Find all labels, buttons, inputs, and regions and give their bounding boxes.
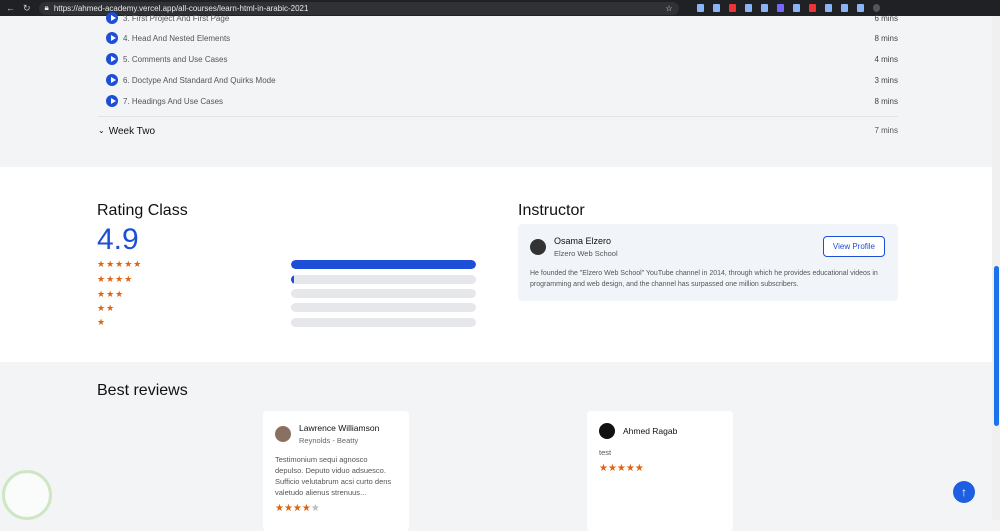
watermark-logo <box>2 470 52 520</box>
play-icon <box>106 74 118 86</box>
instructor-bio: He founded the "Elzero Web School" YouTu… <box>530 270 878 288</box>
lesson-item[interactable]: 7. Headings And Use Cases 8 mins <box>106 95 898 107</box>
rating-bar-fill <box>291 275 294 284</box>
lesson-item[interactable]: 3. First Project And First Page 6 mins <box>106 12 898 24</box>
rating-bar-fill <box>291 260 476 269</box>
scrollbar[interactable] <box>992 16 1000 520</box>
star-row-1: ★ <box>97 317 107 327</box>
lesson-item[interactable]: 6. Doctype And Standard And Quirks Mode 3… <box>106 74 898 86</box>
lesson-item[interactable]: 5. Comments and Use Cases 4 mins <box>106 53 898 65</box>
lesson-title: 4. Head And Nested Elements <box>123 33 231 43</box>
lesson-title: 7. Headings And Use Cases <box>123 96 224 106</box>
scroll-to-top-button[interactable]: ↑ <box>953 481 975 503</box>
instructor-org: Elzero Web School <box>554 249 618 258</box>
rating-bar-1 <box>291 318 476 327</box>
reviewer-avatar <box>275 426 291 442</box>
rating-bar-2 <box>291 303 476 312</box>
week-label: Week Two <box>108 126 156 137</box>
review-text: test <box>599 448 612 457</box>
lesson-duration: 3 mins <box>874 75 898 85</box>
star-row-4: ★★★★ <box>97 274 134 284</box>
lesson-title: 6. Doctype And Standard And Quirks Mode <box>123 75 276 85</box>
divider <box>98 116 898 117</box>
lesson-duration: 8 mins <box>874 96 898 106</box>
arrow-up-icon: ↑ <box>961 485 967 499</box>
reviewer-company: Reynolds - Beatty <box>299 436 359 445</box>
review-card: Ahmed Ragab test ★★★★★ <box>587 411 733 531</box>
rating-bar-4 <box>291 275 476 284</box>
rating-bar-5 <box>291 260 476 269</box>
play-icon <box>106 53 118 65</box>
rating-heading: Rating Class <box>97 202 188 219</box>
play-icon <box>106 12 118 24</box>
play-icon <box>106 32 118 44</box>
lesson-duration: 8 mins <box>874 33 898 43</box>
lesson-title: 3. First Project And First Page <box>123 13 230 23</box>
review-stars: ★★★★★ <box>599 463 644 474</box>
star-row-5: ★★★★★ <box>97 259 143 269</box>
review-stars: ★★★★★ <box>275 503 320 514</box>
rating-instructor-section: Rating Class 4.9 ★★★★★ ★★★★ ★★★ ★★ ★ Ins… <box>0 167 992 362</box>
lesson-title: 5. Comments and Use Cases <box>123 54 228 64</box>
review-text: Testimonium sequi agnosco depulso. Deput… <box>275 455 392 497</box>
week-two-toggle[interactable]: ⌄ Week Two 7 mins <box>98 126 898 137</box>
star-row-3: ★★★ <box>97 289 125 299</box>
week-duration: 7 mins <box>874 126 898 135</box>
reviewer-name: Lawrence Williamson <box>299 423 380 433</box>
chevron-down-icon: ⌄ <box>98 126 105 135</box>
lesson-duration: 4 mins <box>874 54 898 64</box>
review-card: Lawrence Williamson Reynolds - Beatty Tes… <box>263 411 409 531</box>
lesson-duration: 6 mins <box>874 13 898 23</box>
instructor-card: Osama Elzero Elzero Web School View Profi… <box>518 224 898 301</box>
reviews-section: Best reviews Lawrence Williamson Reynolds… <box>0 362 992 531</box>
reviewer-avatar <box>599 423 615 439</box>
instructor-avatar <box>530 239 546 255</box>
lesson-item[interactable]: 4. Head And Nested Elements 8 mins <box>106 32 898 44</box>
instructor-heading: Instructor <box>518 202 585 219</box>
rating-score: 4.9 <box>97 223 139 256</box>
reviewer-name: Ahmed Ragab <box>623 426 678 436</box>
reviews-heading: Best reviews <box>97 382 188 399</box>
star-row-2: ★★ <box>97 303 116 313</box>
rating-bar-3 <box>291 289 476 298</box>
play-icon <box>106 95 118 107</box>
instructor-name: Osama Elzero <box>554 236 612 246</box>
view-profile-button[interactable]: View Profile <box>822 236 885 257</box>
scrollbar-thumb[interactable] <box>994 266 999 426</box>
